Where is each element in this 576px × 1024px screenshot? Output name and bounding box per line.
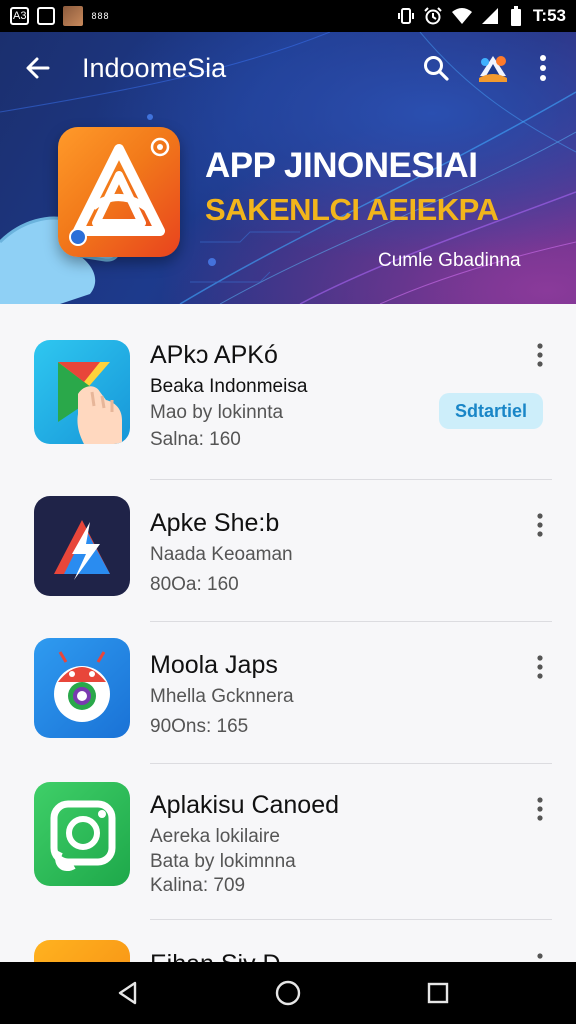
- list-item[interactable]: Aplakisu Canoed Aereka lokilaire Bata by…: [0, 764, 576, 920]
- clock: T:53: [532, 6, 566, 25]
- app-developer: Beaka Indonmeisa: [150, 376, 308, 397]
- more-vert-icon[interactable]: [528, 340, 552, 370]
- app-name: Eihan Siv D: [150, 950, 281, 962]
- back-triangle-icon[interactable]: [110, 975, 146, 1011]
- app-list: APkɔ APKó Beaka Indonmeisa Mao by lokinn…: [0, 304, 576, 962]
- app-name: Moola Japs: [150, 651, 278, 679]
- hero-banner: IndoomeSia APP JINONESIAI SAKENLCI AEIEK…: [0, 32, 576, 304]
- app-developer: Naada Keoaman: [150, 544, 293, 565]
- status-right: T:53: [397, 6, 566, 26]
- app-stats: 90Ons: 165: [150, 716, 249, 737]
- navigation-bar: [0, 962, 576, 1024]
- app-name: APkɔ APKó: [150, 341, 278, 369]
- screen: A3 888 T:53 IndoomeSia APP JINONESIAI SA…: [0, 0, 576, 1024]
- app-subtitle: Bata by lokimnna: [150, 851, 296, 872]
- back-arrow-icon[interactable]: [20, 50, 56, 86]
- status-left: A3 888: [10, 6, 110, 26]
- recents-square-icon[interactable]: [420, 975, 456, 1011]
- play-store-hand-icon: [34, 340, 130, 444]
- more-vert-icon[interactable]: [528, 652, 552, 682]
- vibrate-icon: [397, 7, 415, 25]
- hero-subtitle: SAKENLCI AEIEKPA: [205, 192, 499, 227]
- list-item[interactable]: APkɔ APKó Beaka Indonmeisa Mao by lokinn…: [0, 304, 576, 480]
- more-vert-icon[interactable]: [528, 950, 552, 962]
- app-developer: Mhella Gcknnera: [150, 686, 294, 707]
- app-stats: Kalina: 709: [150, 875, 246, 896]
- hero-title: APP JINONESIAI: [205, 146, 478, 185]
- list-item[interactable]: Moola Japs Mhella Gcknnera 90Ons: 165: [0, 622, 576, 764]
- toolbar: IndoomeSia: [0, 32, 576, 104]
- app-name: Apke She:b: [150, 509, 280, 537]
- app-subtitle: Mao by lokinnta: [150, 402, 284, 423]
- alarm-icon: [423, 7, 443, 25]
- android-robot-icon: [34, 638, 130, 738]
- orange-app-icon: [34, 940, 130, 962]
- app-stats: Salna: 160: [150, 429, 241, 450]
- app-stats: 80Oa: 160: [150, 574, 239, 595]
- more-notifications-icon: 888: [91, 11, 110, 21]
- install-button[interactable]: Sdtartiel: [439, 393, 543, 429]
- green-camera-icon: [34, 782, 130, 886]
- battery-icon: [507, 6, 525, 26]
- lightning-triangle-icon: [34, 496, 130, 596]
- notification-badge-icon: A3: [10, 7, 30, 25]
- more-vert-icon[interactable]: [528, 50, 558, 86]
- app-name: Aplakisu Canoed: [150, 791, 340, 819]
- more-vert-icon[interactable]: [528, 510, 552, 540]
- wifi-icon: [451, 7, 473, 25]
- hero-app-logo-icon: [58, 127, 180, 257]
- app-developer: Aereka lokilaire: [150, 826, 280, 847]
- photo-thumbnail-icon: [63, 6, 84, 26]
- toolbar-title: IndoomeSia: [82, 53, 227, 83]
- status-bar: A3 888 T:53: [0, 0, 576, 32]
- signal-icon: [481, 7, 499, 25]
- search-icon[interactable]: [418, 50, 454, 86]
- list-item[interactable]: Apke She:b Naada Keoaman 80Oa: 160: [0, 480, 576, 622]
- hero-caption: Cumle Gbadinna: [378, 250, 521, 271]
- list-item[interactable]: Eihan Siv D: [0, 920, 576, 962]
- brand-badge-icon[interactable]: [474, 50, 512, 86]
- home-circle-icon[interactable]: [270, 975, 306, 1011]
- square-outline-icon: [37, 7, 56, 25]
- more-vert-icon[interactable]: [528, 794, 552, 824]
